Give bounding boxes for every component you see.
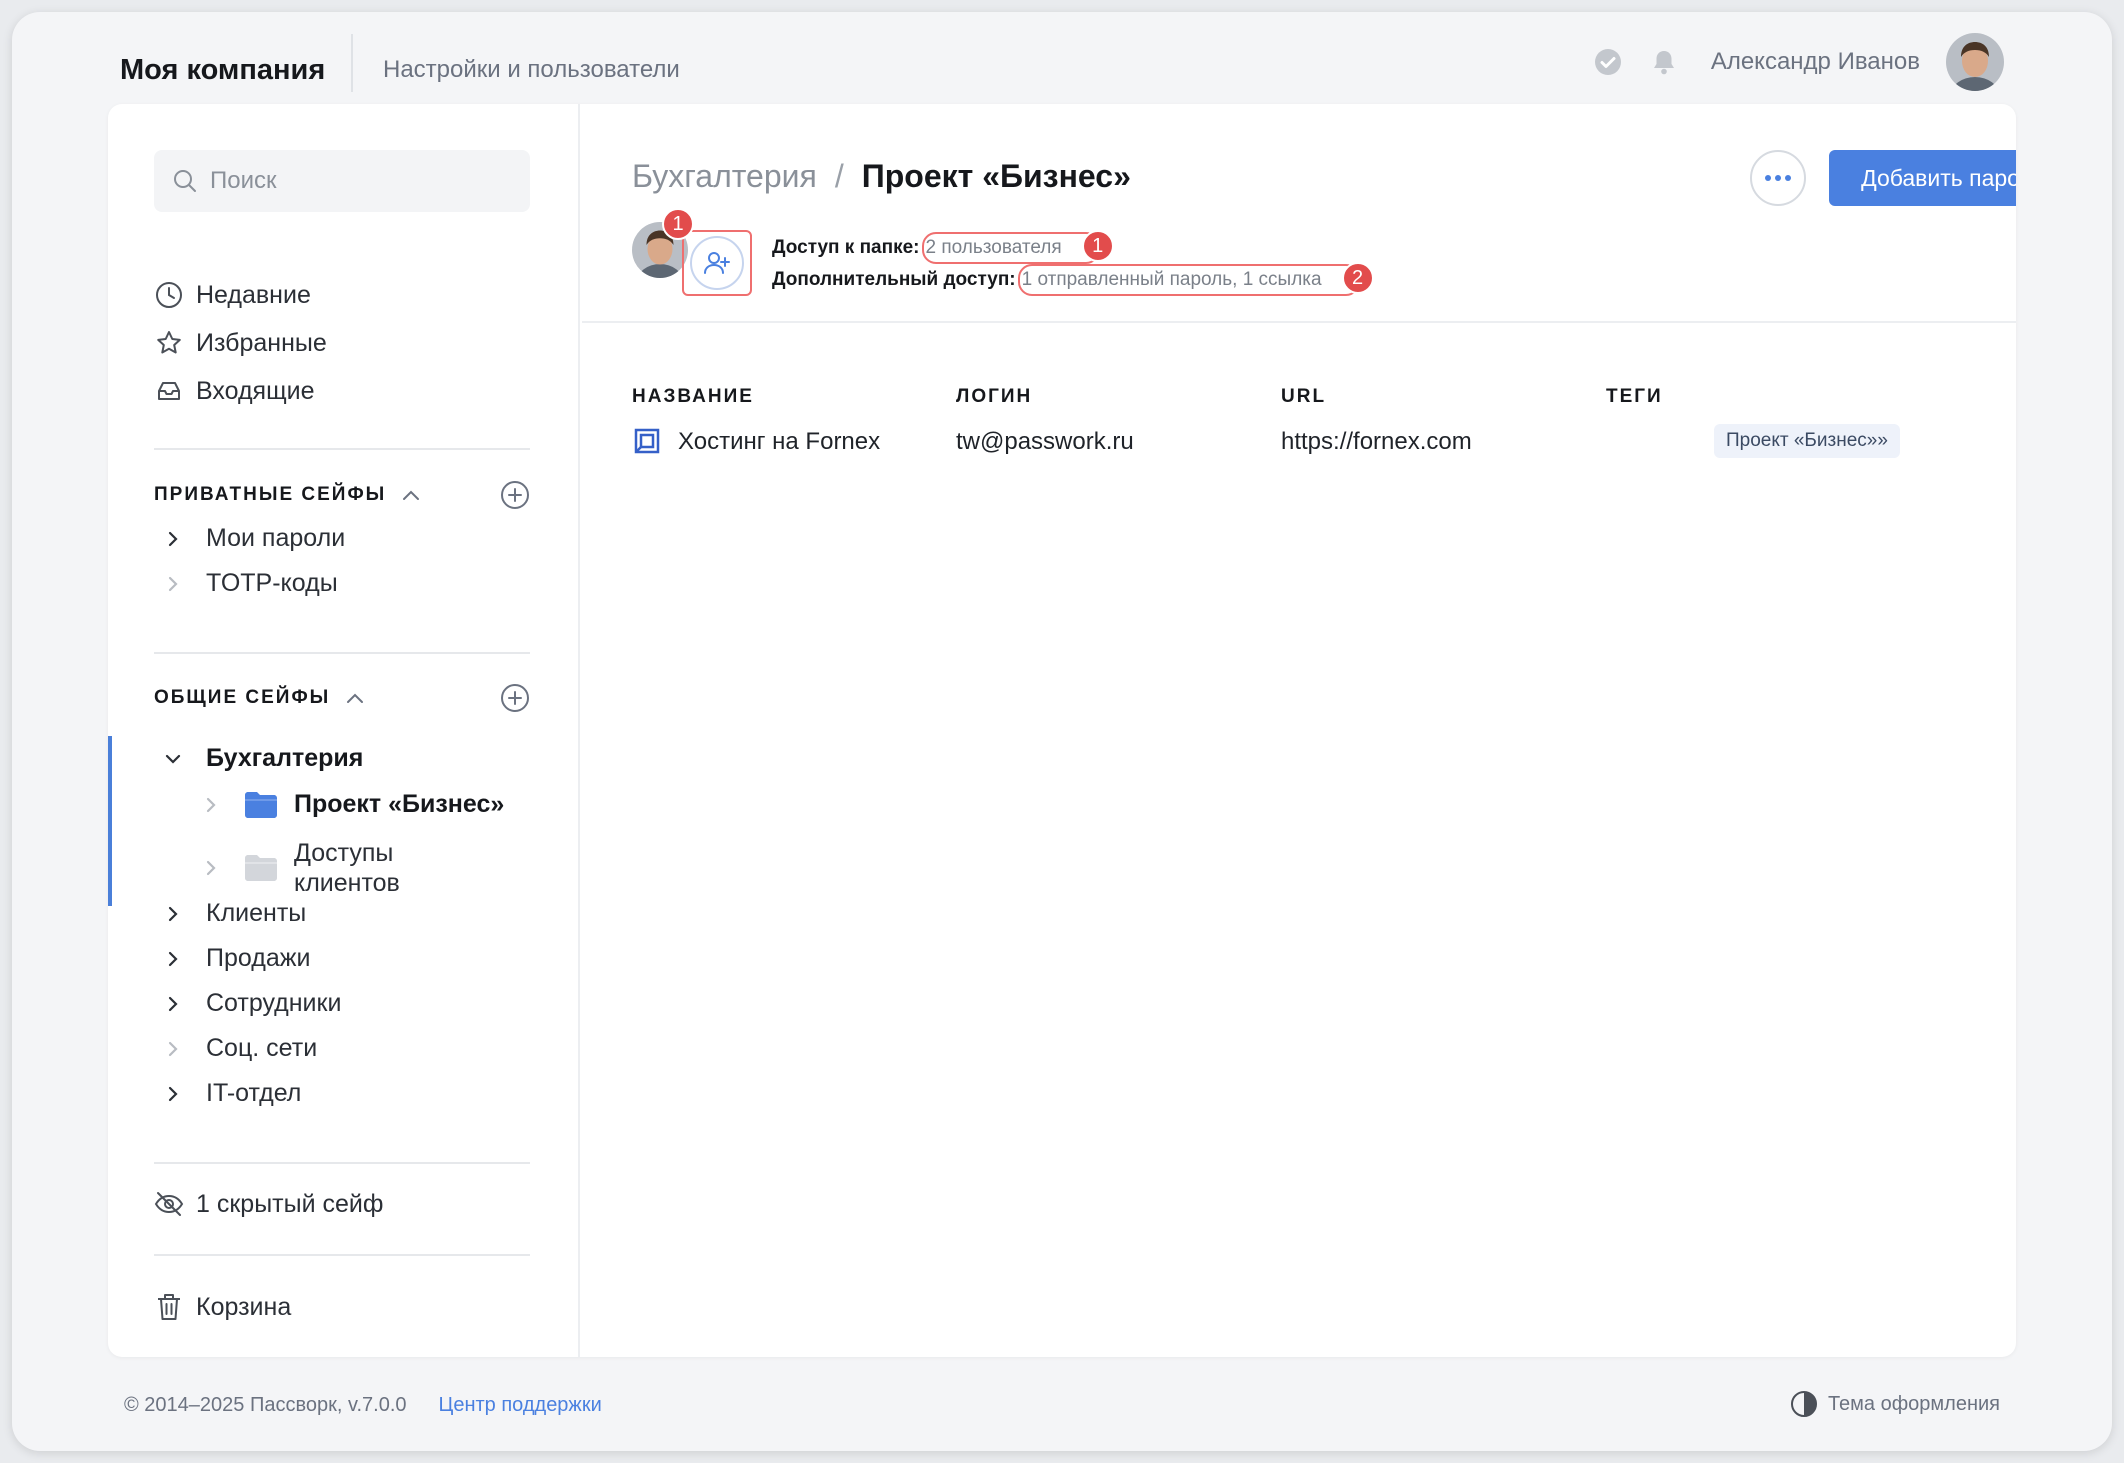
chevron-up-icon[interactable] xyxy=(344,687,366,709)
extra-access-row: Дополнительный доступ: 1 отправленный па… xyxy=(772,262,1374,296)
sidebar-vault-sales[interactable]: Продажи xyxy=(162,944,310,973)
divider xyxy=(154,1162,530,1164)
top-right-controls: Александр Иванов xyxy=(1591,30,2004,94)
chevron-right-icon[interactable] xyxy=(200,794,222,816)
trash-icon xyxy=(154,1292,184,1322)
sidebar-vault-clients[interactable]: Клиенты xyxy=(162,899,306,928)
folder-access-row: Доступ к папке: 2 пользователя 1 xyxy=(772,230,1360,264)
app-window: Моя компания Настройки и пользователи Ал… xyxy=(12,12,2112,1451)
chevron-down-icon[interactable] xyxy=(162,748,184,770)
sidebar-item-label: Входящие xyxy=(196,376,315,405)
footer: © 2014–2025 Пассворк, v.7.0.0 Центр подд… xyxy=(124,1394,602,1417)
add-private-vault-icon[interactable] xyxy=(500,480,530,510)
column-header-login[interactable]: ЛОГИН xyxy=(956,386,1032,408)
star-icon xyxy=(154,328,184,358)
invite-highlight xyxy=(682,230,752,296)
user-plus-icon xyxy=(704,252,730,274)
inbox-icon xyxy=(154,376,184,406)
private-vaults-header: ПРИВАТНЫЕ СЕЙФЫ xyxy=(154,484,422,506)
chevron-right-icon[interactable] xyxy=(162,573,184,595)
clock-icon xyxy=(154,280,184,310)
top-bar: Моя компания Настройки и пользователи Ал… xyxy=(12,12,2112,116)
search-icon xyxy=(174,170,196,192)
add-shared-vault-icon[interactable] xyxy=(500,683,530,713)
breadcrumb-separator: / xyxy=(834,158,844,194)
breadcrumb: Бухгалтерия / Проект «Бизнес» xyxy=(632,158,1131,195)
column-header-tags[interactable]: ТЕГИ xyxy=(1606,386,1663,408)
sidebar-vault-accounting[interactable]: Бухгалтерия xyxy=(162,744,363,773)
copyright: © 2014–2025 Пассворк, v.7.0.0 xyxy=(124,1394,407,1416)
folder-icon xyxy=(244,791,278,819)
annotation-badge: 1 xyxy=(662,208,694,240)
invite-user-button[interactable] xyxy=(690,236,744,290)
annotation-badge: 2 xyxy=(1341,262,1374,294)
eye-off-icon xyxy=(154,1189,184,1219)
sidebar-item-hidden-vaults[interactable]: 1 скрытый сейф xyxy=(154,1189,383,1219)
chevron-right-icon[interactable] xyxy=(162,993,184,1015)
divider xyxy=(154,1254,530,1256)
sidebar-item-totp[interactable]: TOTP-коды xyxy=(162,569,338,598)
shared-vaults-header: ОБЩИЕ СЕЙФЫ xyxy=(154,687,366,709)
sidebar-item-favorites[interactable]: Избранные xyxy=(154,328,327,358)
divider xyxy=(154,448,530,450)
sidebar: Недавние Избранные Входящие ПРИВАТНЫЕ СЕ… xyxy=(108,104,580,1357)
folder-access-link[interactable]: 2 пользователя 1 xyxy=(921,230,1114,264)
user-avatar[interactable] xyxy=(1946,33,2004,91)
sidebar-folder-client-access[interactable]: Доступы клиентов xyxy=(200,838,434,898)
chevron-right-icon[interactable] xyxy=(162,903,184,925)
support-link[interactable]: Центр поддержки xyxy=(439,1394,602,1417)
row-url[interactable]: https://fornex.com xyxy=(1281,428,1472,456)
sidebar-item-trash[interactable]: Корзина xyxy=(154,1292,291,1322)
extra-access-link[interactable]: 1 отправленный пароль, 1 ссылка 2 xyxy=(1017,262,1374,296)
extra-access-label: Дополнительный доступ: xyxy=(772,269,1016,290)
check-status-icon[interactable] xyxy=(1591,45,1625,79)
search-box[interactable] xyxy=(154,150,530,212)
row-login[interactable]: tw@passwork.ru xyxy=(956,428,1134,456)
company-name[interactable]: Моя компания xyxy=(120,54,325,87)
tag-chip[interactable]: Проект «Бизнес»» xyxy=(1714,424,1900,458)
chevron-right-icon[interactable] xyxy=(162,528,184,550)
row-name[interactable]: Хостинг на Fornex xyxy=(678,428,880,456)
chevron-up-icon[interactable] xyxy=(400,484,422,506)
search-input[interactable] xyxy=(210,167,510,195)
chevron-right-icon[interactable] xyxy=(162,1083,184,1105)
settings-link[interactable]: Настройки и пользователи xyxy=(383,56,680,84)
folder-icon xyxy=(244,854,278,882)
site-favicon-icon xyxy=(634,428,660,459)
theme-toggle[interactable]: Тема оформления xyxy=(1790,1390,2000,1418)
sidebar-item-my-passwords[interactable]: Мои пароли xyxy=(162,524,345,553)
main-card: Недавние Избранные Входящие ПРИВАТНЫЕ СЕ… xyxy=(108,104,2016,1357)
sidebar-vault-it[interactable]: IT-отдел xyxy=(162,1079,301,1108)
add-password-button[interactable]: Добавить пароль xyxy=(1829,150,2016,206)
table-row[interactable]: Хостинг на Fornex tw@passwork.ru https:/… xyxy=(582,414,2016,470)
chevron-right-icon[interactable] xyxy=(162,948,184,970)
sidebar-vault-employees[interactable]: Сотрудники xyxy=(162,989,341,1018)
column-header-url[interactable]: URL xyxy=(1281,386,1326,408)
page-title: Проект «Бизнес» xyxy=(861,158,1131,194)
sidebar-item-label: Избранные xyxy=(196,328,327,357)
sidebar-item-inbox[interactable]: Входящие xyxy=(154,376,315,406)
chevron-right-icon[interactable] xyxy=(162,1038,184,1060)
annotation-badge: 1 xyxy=(1081,230,1114,262)
access-info: Доступ к папке: 2 пользователя 1 Дополни… xyxy=(772,230,1374,296)
sidebar-vault-social[interactable]: Соц. сети xyxy=(162,1034,317,1063)
sidebar-item-recent[interactable]: Недавние xyxy=(154,280,311,310)
divider xyxy=(582,321,2016,323)
sidebar-item-label: Недавние xyxy=(196,280,311,309)
chevron-right-icon[interactable] xyxy=(200,857,222,879)
bell-icon[interactable] xyxy=(1647,45,1681,79)
more-horizontal-icon xyxy=(1765,175,1791,181)
content-area: Бухгалтерия / Проект «Бизнес» Добавить п… xyxy=(582,104,2016,1357)
active-vault-indicator xyxy=(108,736,112,906)
user-name[interactable]: Александр Иванов xyxy=(1711,48,1920,76)
column-header-name[interactable]: НАЗВАНИЕ xyxy=(632,386,754,408)
divider xyxy=(154,652,530,654)
theme-label: Тема оформления xyxy=(1827,1392,2000,1415)
breadcrumb-parent[interactable]: Бухгалтерия xyxy=(632,158,817,195)
folder-access-label: Доступ к папке: xyxy=(772,237,920,258)
sidebar-folder-business-project[interactable]: Проект «Бизнес» xyxy=(200,790,580,819)
contrast-icon xyxy=(1790,1390,1818,1418)
more-options-button[interactable] xyxy=(1750,150,1806,206)
top-divider xyxy=(351,34,353,92)
